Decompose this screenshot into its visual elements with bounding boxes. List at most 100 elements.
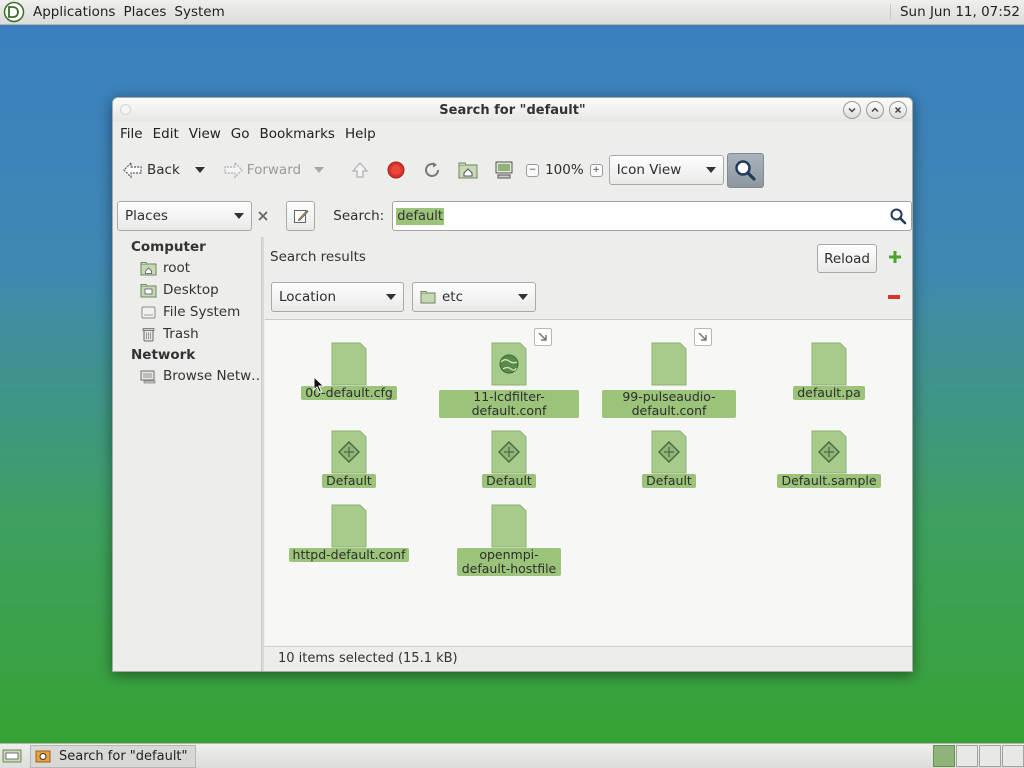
clock[interactable]: Sun Jun 11, 07:52 [889,4,1024,20]
back-button[interactable]: Back [119,154,183,186]
system-menu[interactable]: System [170,4,228,20]
reload-icon [425,162,440,177]
status-bar: 10 items selected (15.1 kB) [264,646,912,670]
show-desktop-button[interactable] [0,744,24,768]
taskbar-window-label: Search for "default" [59,748,188,764]
search-icon [735,160,756,181]
sidebar-item-label: Browse Netw… [163,368,265,384]
sidebar-item-trash[interactable]: Trash [113,323,260,345]
search-results-heading: Search results [270,249,366,265]
workspace-4[interactable] [1002,745,1024,767]
view-mode-select[interactable]: Icon View [608,155,724,185]
status-text: 10 items selected (15.1 kB) [278,651,458,666]
menu-bookmarks[interactable]: Bookmarks [255,126,340,142]
sidebar-item-browse-network[interactable]: Browse Netw… [113,365,265,387]
sidebar: Computer root Desktop File System Trash [113,237,265,671]
criterion-folder-value: etc [442,289,464,305]
maximize-button[interactable] [866,101,884,119]
file-item[interactable]: Default [274,430,424,488]
home-folder-icon [140,261,157,276]
file-item[interactable]: httpd-default.conf [274,504,424,562]
menu-file[interactable]: File [115,126,148,142]
chevron-down-icon [386,294,396,300]
criterion-type-value: Location [279,289,337,305]
file-name: 99-pulseaudio-default.conf [602,390,736,418]
forward-arrow-icon [224,161,243,179]
script-file-icon [491,430,527,474]
file-item[interactable]: openmpi-default-hostfile [434,504,584,576]
file-name: Default [482,474,536,488]
minimize-button[interactable] [843,101,861,119]
zoom-level[interactable]: 100% [545,162,584,178]
workspace-2[interactable] [956,745,978,767]
workspace-3[interactable] [979,745,1001,767]
menu-help[interactable]: Help [340,126,381,142]
applications-menu[interactable]: Applications [29,4,119,20]
plus-icon: + [592,164,600,175]
criterion-type-select[interactable]: Location [271,282,404,312]
symlink-badge-icon [694,328,712,346]
file-item[interactable]: Default.sample [754,430,904,488]
sidebar-item-file-system[interactable]: File System [113,301,260,323]
text-file-icon [331,342,367,386]
trash-icon [140,327,157,342]
back-arrow-icon [123,161,142,179]
titlebar[interactable]: Search for "default" [113,98,912,122]
toggle-location-entry-button[interactable] [285,201,316,231]
file-icon-grid[interactable]: 00-default.cfg 11-lcdfilter-default.conf… [265,319,912,645]
forward-button[interactable]: Forward [219,154,304,186]
search-icon[interactable] [889,207,907,225]
close-icon [894,106,902,114]
window-menu-icon[interactable] [120,104,131,115]
chevron-up-icon [871,107,879,113]
computer-button[interactable] [488,154,520,186]
forward-history-dropdown[interactable] [314,167,325,173]
menu-go[interactable]: Go [226,126,255,142]
close-sidebar-button[interactable] [252,210,274,222]
edit-icon [293,209,309,223]
close-button[interactable] [889,101,907,119]
zoom-out-button[interactable]: − [526,163,540,177]
stop-button[interactable] [380,154,412,186]
menu-edit[interactable]: Edit [148,126,184,142]
criterion-folder-select[interactable]: etc [412,282,536,312]
search-toggle-button[interactable] [726,152,764,188]
home-folder-icon [458,162,478,179]
stop-icon [387,161,405,179]
sidebar-item-label: File System [163,304,241,320]
file-item[interactable]: 99-pulseaudio-default.conf [594,328,744,418]
places-select[interactable]: Places [117,201,253,231]
back-history-dropdown[interactable] [194,167,205,173]
places-value: Places [125,208,168,224]
window-title: Search for "default" [439,102,586,118]
workspace-1[interactable] [933,745,955,767]
zoom-in-button[interactable]: + [589,163,603,177]
menu-view[interactable]: View [184,126,226,142]
up-button[interactable] [344,154,376,186]
file-name: default.pa [793,386,865,400]
file-item[interactable]: 00-default.cfg [274,342,424,400]
text-file-icon [651,342,687,386]
sidebar-item-label: Desktop [163,282,219,298]
file-item[interactable]: Default [594,430,744,488]
remove-criterion-icon[interactable] [887,294,901,300]
home-button[interactable] [452,154,484,186]
search-input[interactable]: default [392,201,912,231]
add-criterion-icon[interactable] [888,250,902,264]
taskbar-window-button[interactable]: Search for "default" [30,744,196,768]
file-item[interactable]: 11-lcdfilter-default.conf [434,328,584,418]
folder-icon [420,291,436,304]
search-results-pane: Search results Reload Location etc 00-de… [264,237,912,671]
mate-logo-icon[interactable] [3,1,25,23]
file-item[interactable]: default.pa [754,342,904,400]
sidebar-item-root[interactable]: root [113,257,260,279]
sidebar-item-label: Trash [163,326,199,342]
chevron-down-icon [848,107,856,113]
file-item[interactable]: Default [434,430,584,488]
sidebar-item-desktop[interactable]: Desktop [113,279,260,301]
toolbar: Back Forward − 100% + Icon View [113,148,912,192]
reload-toolbar-button[interactable] [416,154,448,186]
places-menu[interactable]: Places [119,4,170,20]
menubar: File Edit View Go Bookmarks Help [113,123,381,145]
reload-button[interactable]: Reload [817,244,877,273]
